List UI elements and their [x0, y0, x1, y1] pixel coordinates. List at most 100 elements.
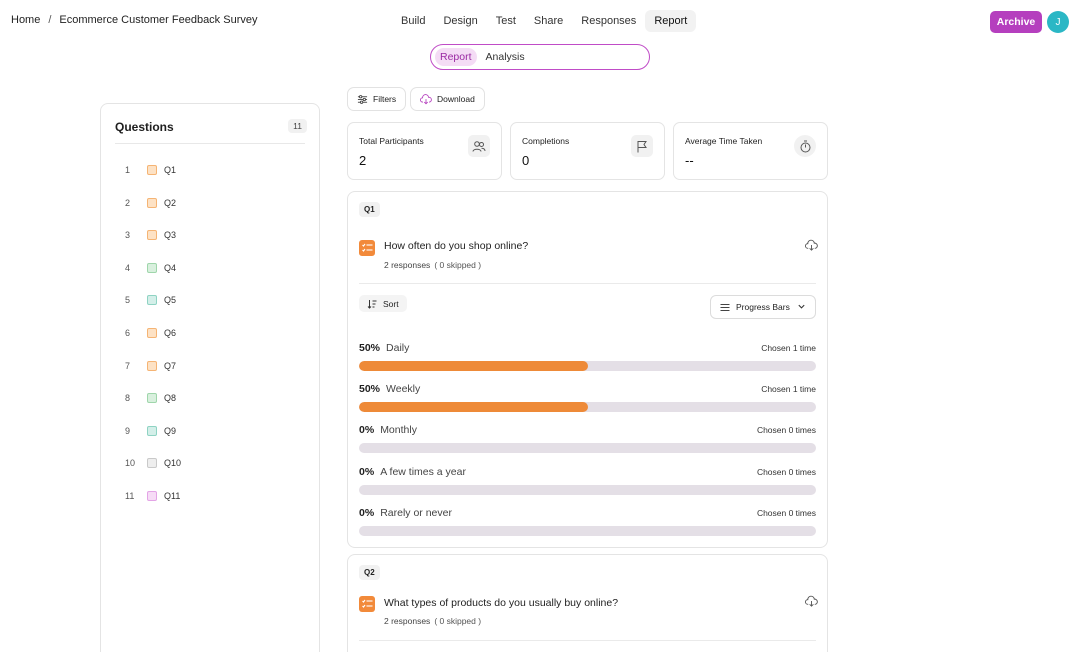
option-chosen-count: Chosen 1 time	[761, 343, 816, 353]
progress-bar-track	[359, 525, 816, 536]
sidebar-item-q5[interactable]: 5 Q5	[125, 292, 176, 308]
option-chosen-count: Chosen 0 times	[756, 507, 816, 518]
questions-count-badge: 11	[288, 119, 307, 133]
question-type-icon	[147, 262, 157, 273]
stat-card-average-time: Average Time Taken --	[673, 122, 828, 180]
question-type-icon	[147, 197, 157, 208]
stat-value: 2	[359, 153, 367, 168]
option-percent: 50%	[359, 383, 381, 396]
option-percent-line: 0% A few times a year	[359, 466, 466, 478]
question-tag: Q2	[359, 565, 380, 580]
sidebar-item-number: 9	[125, 425, 131, 436]
sidebar-item-q6[interactable]: 6 Q6	[125, 325, 176, 341]
sidebar-item-q11[interactable]: 11 Q11	[125, 488, 180, 504]
sidebar-item-label: Q9	[164, 425, 177, 436]
filters-label: Filters	[373, 94, 397, 104]
toggle-report[interactable]: Report	[435, 48, 477, 66]
question-meta: 2 responses( 0 skipped )	[384, 260, 481, 270]
tab-responses[interactable]: Responses	[572, 10, 645, 32]
sidebar-item-q8[interactable]: 8 Q8	[125, 390, 176, 406]
users-icon	[468, 135, 490, 157]
sidebar-item-label: Q6	[164, 328, 177, 338]
progress-bar-fill	[359, 361, 588, 371]
stat-value: 0	[522, 153, 530, 168]
sidebar-item-number: 1	[125, 165, 131, 175]
sidebar-item-number: 8	[125, 393, 131, 404]
breadcrumb-separator: /	[48, 14, 52, 26]
option-label: Daily	[386, 342, 410, 354]
sidebar-item-q9[interactable]: 9 Q9	[125, 423, 176, 439]
progress-bar-fill	[359, 402, 588, 413]
option-label: Weekly	[386, 383, 421, 396]
cloud-download-icon[interactable]	[805, 239, 818, 252]
skipped-count: ( 0 skipped )	[434, 260, 482, 270]
option-row: 50% Weekly Chosen 1 time	[359, 383, 816, 417]
option-percent-line: 0% Monthly	[359, 424, 417, 436]
question-type-icon	[147, 360, 157, 371]
sort-button[interactable]: Sort	[359, 295, 407, 312]
stat-label: Completions	[522, 136, 570, 146]
progress-bar-track	[359, 402, 816, 413]
question-card-q2: Q2 What types of products do you usually…	[347, 554, 828, 652]
question-meta: 2 responses( 0 skipped )	[384, 616, 481, 626]
sidebar-item-label: Q1	[164, 165, 177, 175]
option-label: Rarely or never	[380, 506, 452, 519]
question-type-icon	[147, 230, 157, 241]
download-label: Download	[437, 94, 475, 104]
question-tag: Q1	[359, 202, 380, 217]
sidebar-item-number: 10	[125, 458, 136, 469]
sidebar-item-label: Q11	[164, 491, 181, 501]
sidebar-item-label: Q2	[164, 197, 177, 208]
tab-share[interactable]: Share	[525, 10, 572, 32]
sort-icon	[367, 299, 377, 309]
sidebar-item-q7[interactable]: 7 Q7	[125, 358, 176, 374]
option-percent-line: 50% Daily	[359, 342, 409, 354]
sidebar-item-q3[interactable]: 3 Q3	[125, 227, 176, 243]
option-row: 50% Daily Chosen 1 time	[359, 342, 816, 376]
tab-report[interactable]: Report	[645, 10, 697, 32]
option-percent-line: 50% Weekly	[359, 383, 420, 395]
progress-bar-track	[359, 361, 816, 371]
stat-card-completions: Completions 0	[510, 122, 665, 180]
option-row: 0% Rarely or never Chosen 0 times	[359, 507, 816, 541]
question-type-icon	[147, 328, 157, 338]
option-row: 0% A few times a year Chosen 0 times	[359, 466, 816, 500]
tab-test[interactable]: Test	[487, 10, 525, 32]
question-text: How often do you shop online?	[384, 240, 529, 252]
view-select-label: Progress Bars	[736, 302, 790, 312]
avatar[interactable]: J	[1047, 11, 1069, 33]
sidebar-item-label: Q5	[164, 295, 177, 306]
sidebar-item-number: 4	[125, 262, 131, 273]
sort-label: Sort	[383, 298, 399, 309]
breadcrumb: Home / Ecommerce Customer Feedback Surve…	[11, 14, 257, 26]
tab-build[interactable]: Build	[392, 10, 434, 32]
sidebar-item-q10[interactable]: 10 Q10	[125, 455, 181, 471]
sidebar-item-q4[interactable]: 4 Q4	[125, 260, 176, 276]
question-text: What types of products do you usually bu…	[384, 597, 619, 609]
cloud-download-icon	[420, 93, 432, 104]
sidebar-item-number: 11	[125, 491, 135, 501]
toggle-analysis[interactable]: Analysis	[481, 48, 530, 66]
download-button[interactable]: Download	[410, 87, 485, 111]
option-label: Monthly	[380, 424, 417, 437]
cloud-download-icon[interactable]	[805, 595, 818, 608]
stat-label: Average Time Taken	[685, 136, 763, 146]
breadcrumb-survey-link[interactable]: Ecommerce Customer Feedback Survey	[59, 14, 257, 26]
question-card-q1: Q1 How often do you shop online? 2 respo…	[347, 191, 828, 548]
stat-value: --	[685, 153, 694, 168]
sidebar-item-label: Q10	[164, 458, 182, 469]
breadcrumb-home-link[interactable]: Home	[11, 14, 40, 26]
skipped-count: ( 0 skipped )	[434, 616, 482, 626]
sidebar-divider	[115, 143, 305, 144]
option-chosen-count: Chosen 0 times	[756, 466, 816, 477]
chart-view-select[interactable]: Progress Bars	[710, 295, 816, 319]
archive-button[interactable]: Archive	[990, 11, 1042, 33]
sidebar-item-q2[interactable]: 2 Q2	[125, 195, 176, 211]
card-divider	[359, 640, 816, 641]
checklist-icon	[359, 596, 375, 612]
tab-design[interactable]: Design	[434, 10, 486, 32]
question-type-icon	[147, 295, 157, 306]
questions-sidebar: Questions 11 1 Q1 2 Q2 3 Q3 4 Q4 5 Q5 6 Q6 7 Q7 8 Q8 9 Q9…	[100, 103, 320, 652]
filters-button[interactable]: Filters	[347, 87, 407, 111]
sidebar-item-q1[interactable]: 1 Q1	[125, 162, 176, 178]
